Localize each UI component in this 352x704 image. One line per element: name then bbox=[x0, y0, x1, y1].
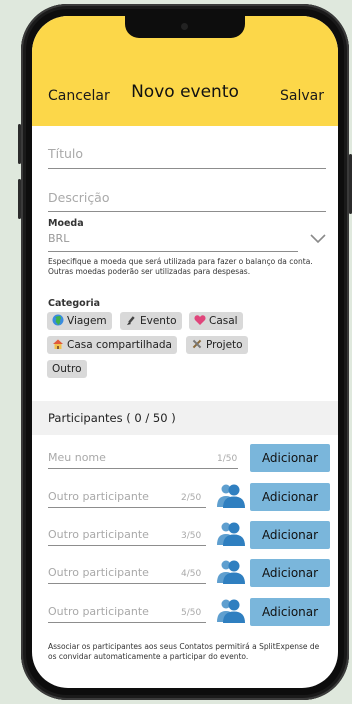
description-input[interactable]: Descrição bbox=[48, 190, 110, 205]
participant-counter: 5/50 bbox=[181, 608, 202, 618]
contacts-icon[interactable] bbox=[216, 520, 246, 546]
camera-icon bbox=[181, 23, 188, 30]
phone-frame: Cancelar Novo evento Salvar Título Descr… bbox=[18, 4, 352, 700]
participant-underline bbox=[48, 583, 206, 584]
currency-underline bbox=[48, 251, 298, 252]
category-chip-evento[interactable]: Evento bbox=[120, 312, 182, 330]
phone-side-button bbox=[18, 124, 21, 164]
chip-label: Viagem bbox=[67, 315, 107, 327]
add-participant-button[interactable]: Adicionar bbox=[250, 444, 330, 472]
tools-icon bbox=[192, 339, 202, 349]
contacts-icon[interactable] bbox=[216, 482, 246, 508]
participants-title: Participantes ( 0 / 50 ) bbox=[48, 411, 176, 425]
category-chip-casal[interactable]: Casal bbox=[189, 312, 243, 330]
category-chip-casa-compartilhada[interactable]: Casa compartilhada bbox=[47, 336, 177, 354]
participant-counter: 2/50 bbox=[181, 493, 202, 503]
participant-name-input[interactable]: Outro participante bbox=[48, 605, 149, 618]
contacts-icon[interactable] bbox=[216, 597, 246, 623]
app-screen: Cancelar Novo evento Salvar Título Descr… bbox=[32, 16, 338, 688]
participants-section-header: Participantes ( 0 / 50 ) bbox=[32, 401, 338, 435]
title-input[interactable]: Título bbox=[48, 146, 83, 161]
house-icon bbox=[53, 339, 63, 349]
contacts-footer-note: Associar os participantes aos seus Conta… bbox=[48, 642, 320, 661]
category-chip-outro[interactable]: Outro bbox=[47, 360, 87, 378]
currency-help-text: Especifique a moeda que será utilizada p… bbox=[48, 257, 313, 276]
participant-counter: 4/50 bbox=[181, 569, 202, 579]
participant-underline bbox=[48, 507, 206, 508]
add-participant-button[interactable]: Adicionar bbox=[250, 598, 330, 626]
chip-label: Projeto bbox=[206, 339, 243, 351]
title-underline bbox=[48, 168, 326, 169]
participant-name-input[interactable]: Outro participante bbox=[48, 528, 149, 541]
participant-name-input[interactable]: Meu nome bbox=[48, 451, 106, 464]
contacts-icon[interactable] bbox=[216, 558, 246, 584]
phone-notch bbox=[125, 16, 245, 38]
save-button[interactable]: Salvar bbox=[280, 88, 324, 104]
category-label: Categoria bbox=[48, 298, 101, 309]
add-participant-button[interactable]: Adicionar bbox=[250, 483, 330, 511]
chip-label: Evento bbox=[140, 315, 177, 327]
participant-counter: 3/50 bbox=[181, 531, 202, 541]
participant-name-input[interactable]: Outro participante bbox=[48, 566, 149, 579]
chip-label: Casa compartilhada bbox=[67, 339, 172, 351]
participant-counter: 1/50 bbox=[217, 454, 238, 464]
globe-icon bbox=[52, 314, 64, 326]
chip-label: Casal bbox=[209, 315, 238, 327]
category-chip-viagem[interactable]: Viagem bbox=[47, 312, 112, 330]
add-participant-button[interactable]: Adicionar bbox=[250, 521, 330, 549]
add-participant-button[interactable]: Adicionar bbox=[250, 559, 330, 587]
phone-side-button bbox=[18, 179, 21, 219]
participant-underline bbox=[48, 545, 206, 546]
heart-icon bbox=[194, 315, 206, 325]
chevron-down-icon[interactable] bbox=[310, 234, 326, 244]
category-chip-projeto[interactable]: Projeto bbox=[186, 336, 248, 354]
participant-underline bbox=[48, 622, 206, 623]
description-underline bbox=[48, 211, 326, 212]
currency-select[interactable]: BRL bbox=[48, 232, 69, 245]
participant-underline bbox=[48, 468, 238, 469]
participant-name-input[interactable]: Outro participante bbox=[48, 490, 149, 503]
brush-icon bbox=[127, 316, 135, 325]
chip-label: Outro bbox=[52, 363, 82, 375]
currency-label: Moeda bbox=[48, 218, 84, 229]
